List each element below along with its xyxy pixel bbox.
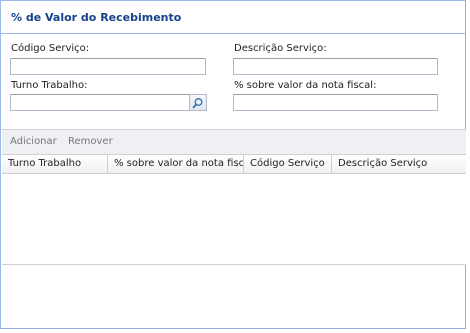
panel-header: % de Valor do Recebimento bbox=[1, 1, 465, 34]
panel-title: % de Valor do Recebimento bbox=[11, 11, 182, 24]
codigo-servico-label: Código Serviço: bbox=[11, 43, 90, 54]
turno-search-trigger[interactable] bbox=[190, 94, 207, 111]
column-header-percent-nota-fiscal[interactable]: % sobre valor da nota fiscal bbox=[108, 155, 244, 173]
recebimento-panel: % de Valor do Recebimento Código Serviço… bbox=[0, 0, 466, 329]
codigo-servico-field[interactable] bbox=[10, 58, 206, 75]
column-header-turno-trabalho[interactable]: Turno Trabalho bbox=[2, 155, 108, 173]
grid-header: Turno Trabalho % sobre valor da nota fis… bbox=[2, 155, 466, 174]
search-icon bbox=[192, 98, 203, 109]
descricao-servico-field[interactable] bbox=[233, 58, 438, 75]
percent-nota-fiscal-field[interactable] bbox=[233, 94, 438, 111]
percent-nota-fiscal-label: % sobre valor da nota fiscal: bbox=[234, 80, 377, 91]
turno-trabalho-field[interactable] bbox=[10, 94, 190, 111]
descricao-servico-label: Descrição Serviço: bbox=[234, 43, 327, 54]
grid-toolbar: Adicionar Remover bbox=[2, 130, 466, 155]
servicos-grid: Adicionar Remover Turno Trabalho % sobre… bbox=[2, 129, 466, 265]
column-header-descricao-servico[interactable]: Descrição Serviço bbox=[332, 155, 466, 173]
turno-trabalho-label: Turno Trabalho: bbox=[11, 80, 88, 91]
adicionar-button[interactable]: Adicionar bbox=[10, 136, 57, 147]
remover-button[interactable]: Remover bbox=[68, 136, 113, 147]
grid-body bbox=[2, 174, 466, 262]
column-header-codigo-servico[interactable]: Código Serviço bbox=[244, 155, 332, 173]
